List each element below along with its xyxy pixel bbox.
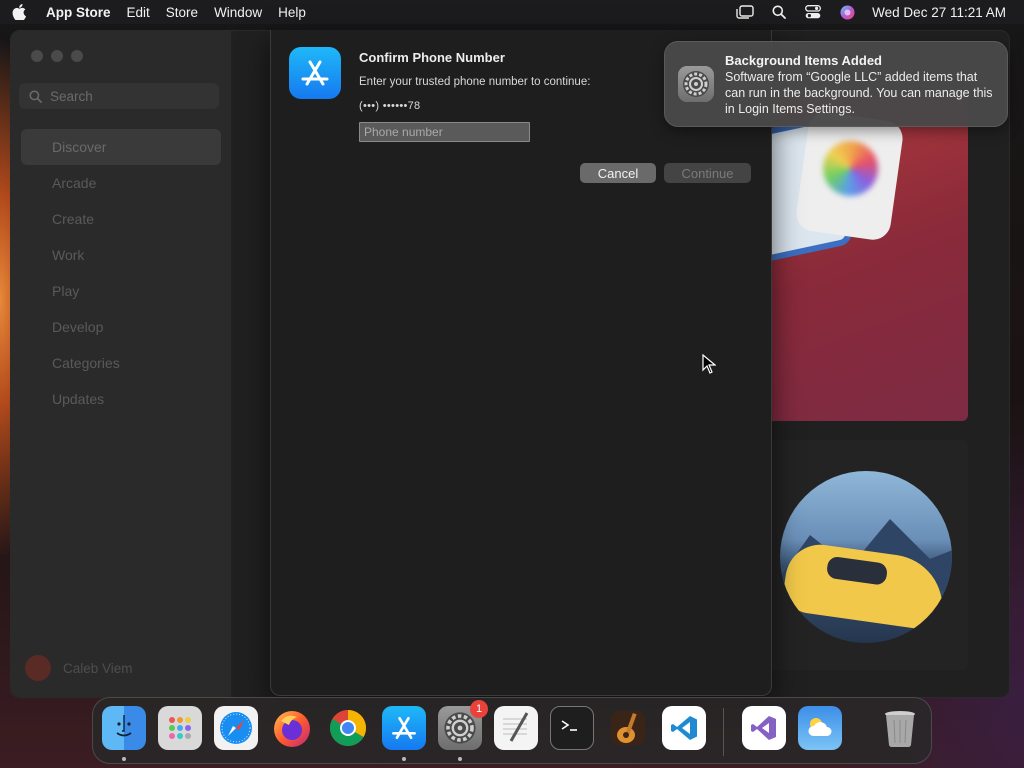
sidebar-item-discover[interactable]: Discover	[21, 129, 221, 165]
mouse-cursor-icon	[702, 353, 717, 379]
notification-title: Background Items Added	[725, 53, 882, 68]
safari-icon[interactable]	[214, 706, 258, 750]
dock: 1	[92, 697, 932, 764]
launchpad-icon[interactable]	[158, 706, 202, 750]
phone-number-input[interactable]	[359, 122, 530, 142]
notification-badge: 1	[470, 700, 488, 718]
cancel-button[interactable]: Cancel	[580, 163, 656, 183]
dialog-subtitle: Enter your trusted phone number to conti…	[359, 76, 591, 88]
sidebar-item-categories[interactable]: Categories	[21, 345, 221, 381]
sidebar-item-develop[interactable]: Develop	[21, 309, 221, 345]
menu-help[interactable]: Help	[278, 5, 316, 20]
notification-body: Software from “Google LLC” added items t…	[725, 70, 993, 116]
system-settings-icon[interactable]: 1	[438, 700, 488, 750]
chrome-icon[interactable]	[326, 706, 370, 750]
textedit-icon[interactable]	[494, 706, 538, 750]
paint-app-artwork-icon	[794, 109, 905, 243]
app-store-dock-icon[interactable]	[382, 706, 426, 750]
finder-icon[interactable]	[102, 706, 146, 750]
firefox-icon[interactable]	[270, 706, 314, 750]
weather-icon[interactable]	[798, 706, 842, 750]
menu-edit[interactable]: Edit	[127, 5, 160, 20]
garageband-icon[interactable]	[606, 706, 650, 750]
sidebar-item-play[interactable]: Play	[21, 273, 221, 309]
app-store-running-indicator	[402, 757, 406, 761]
window-controls	[31, 50, 83, 62]
search-icon	[29, 89, 42, 103]
sidebar-search-field[interactable]: Search	[19, 83, 219, 109]
sidebar-item-create[interactable]: Create	[21, 201, 221, 237]
vscode-icon[interactable]	[662, 706, 706, 750]
sidebar-item-work[interactable]: Work	[21, 237, 221, 273]
menu-bar: App Store Edit Store Window Help Wed Dec…	[0, 0, 1024, 24]
account-name: Caleb Viem	[63, 660, 133, 676]
system-settings-gear-icon	[678, 66, 714, 102]
masked-phone-number: (•••) ••••••78	[359, 100, 421, 112]
background-items-notification[interactable]: Background Items Added Software from “Go…	[664, 41, 1008, 127]
finder-running-indicator	[122, 757, 126, 761]
app-store-icon	[289, 47, 341, 99]
apple-menu-icon[interactable]	[0, 4, 38, 20]
app-store-sidebar: Search Discover Arcade Create Work Play …	[11, 31, 231, 697]
system-settings-running-indicator	[458, 757, 462, 761]
featured-game-artwork[interactable]	[780, 471, 952, 643]
dock-separator	[723, 708, 724, 756]
featured-app-artwork[interactable]	[762, 96, 968, 421]
sidebar-item-updates[interactable]: Updates	[21, 381, 221, 417]
control-center-icon[interactable]	[796, 0, 830, 24]
avatar	[25, 655, 51, 681]
account-button[interactable]: Caleb Viem	[25, 655, 133, 681]
confirm-phone-dialog: Confirm Phone Number Enter your trusted …	[270, 30, 772, 696]
trash-icon[interactable]	[878, 706, 922, 750]
dialog-title: Confirm Phone Number	[359, 50, 505, 65]
sidebar-item-arcade[interactable]: Arcade	[21, 165, 221, 201]
visual-studio-icon[interactable]	[742, 706, 786, 750]
menu-window[interactable]: Window	[214, 5, 272, 20]
minimize-window-button[interactable]	[51, 50, 63, 62]
search-placeholder: Search	[50, 88, 93, 104]
continue-button[interactable]: Continue	[664, 163, 751, 183]
stage-manager-icon[interactable]	[728, 0, 762, 24]
menu-store[interactable]: Store	[166, 5, 208, 20]
menu-bar-clock[interactable]: Wed Dec 27 11:21 AM	[872, 5, 1006, 20]
spotlight-search-icon[interactable]	[762, 0, 796, 24]
sidebar-nav: Discover Arcade Create Work Play Develop…	[21, 129, 221, 417]
close-window-button[interactable]	[31, 50, 43, 62]
app-menu-app-store[interactable]: App Store	[46, 5, 121, 20]
zoom-window-button[interactable]	[71, 50, 83, 62]
terminal-icon[interactable]	[550, 706, 594, 750]
siri-icon[interactable]	[830, 0, 864, 24]
